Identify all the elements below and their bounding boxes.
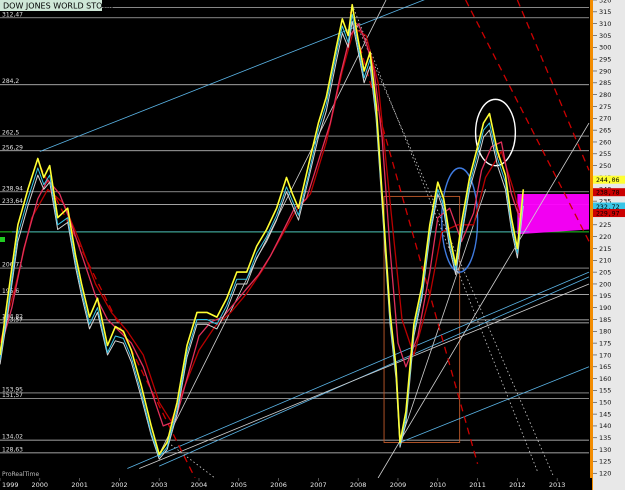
badge-label-0: 244,06 bbox=[596, 176, 620, 184]
y-tick-label-27: 255 bbox=[599, 150, 611, 158]
y-tick-label-6: 150 bbox=[599, 399, 611, 407]
y-tick-label-36: 300 bbox=[599, 44, 611, 52]
x-tick-label-13: 2012 bbox=[509, 481, 526, 489]
x-tick-label-8: 2007 bbox=[310, 481, 327, 489]
y-tick-label-4: 140 bbox=[599, 422, 611, 430]
level-label-5: 238,94 bbox=[2, 185, 23, 192]
x-tick-label-4: 2003 bbox=[151, 481, 168, 489]
level-label-4: 256,29 bbox=[2, 144, 23, 151]
y-tick-label-10: 170 bbox=[599, 351, 611, 359]
y-tick-label-37: 305 bbox=[599, 32, 611, 40]
y-tick-label-20: 220 bbox=[599, 233, 611, 241]
projection-zone bbox=[517, 194, 589, 235]
y-tick-label-3: 135 bbox=[599, 434, 611, 442]
y-tick-label-35: 295 bbox=[599, 55, 611, 63]
y-axis-scroll-bar[interactable] bbox=[590, 0, 593, 490]
x-tick-label-5: 2004 bbox=[191, 481, 208, 489]
price-chart[interactable]: 316,8312,47284,2262,5256,29238,94233,642… bbox=[0, 0, 625, 490]
y-tick-label-38: 310 bbox=[599, 20, 611, 28]
y-tick-label-32: 280 bbox=[599, 91, 611, 99]
level-label-1: 312,47 bbox=[2, 11, 23, 18]
x-tick-label-1: 2000 bbox=[32, 481, 49, 489]
y-tick-label-12: 180 bbox=[599, 328, 611, 336]
green-level-marker[interactable] bbox=[0, 237, 5, 242]
y-tick-label-8: 160 bbox=[599, 375, 611, 383]
y-tick-label-0: 120 bbox=[599, 470, 611, 478]
y-tick-label-17: 205 bbox=[599, 268, 611, 276]
level-label-12: 151,57 bbox=[2, 392, 23, 399]
x-tick-label-14: 2013 bbox=[549, 481, 566, 489]
y-tick-label-7: 155 bbox=[599, 387, 611, 395]
y-tick-label-21: 225 bbox=[599, 221, 611, 229]
y-tick-label-29: 265 bbox=[599, 126, 611, 134]
y-tick-label-28: 260 bbox=[599, 138, 611, 146]
x-tick-label-2: 2001 bbox=[71, 481, 88, 489]
x-tick-label-0: 1999 bbox=[2, 481, 19, 489]
x-tick-label-9: 2008 bbox=[350, 481, 367, 489]
level-label-2: 284,2 bbox=[2, 78, 19, 85]
y-tick-label-13: 185 bbox=[599, 316, 611, 324]
y-tick-label-11: 175 bbox=[599, 339, 611, 347]
y-tick-label-19: 215 bbox=[599, 245, 611, 253]
badge-label-3: 229,97 bbox=[596, 209, 620, 217]
level-label-13: 134,02 bbox=[2, 434, 23, 441]
x-tick-label-11: 2010 bbox=[429, 481, 446, 489]
y-tick-label-5: 145 bbox=[599, 410, 611, 418]
watermark: ProRealTime bbox=[2, 471, 39, 478]
x-axis-panel bbox=[0, 478, 592, 490]
y-tick-label-14: 190 bbox=[599, 304, 611, 312]
y-tick-label-2: 130 bbox=[599, 446, 611, 454]
plot-background bbox=[0, 0, 625, 490]
level-label-6: 233,64 bbox=[2, 198, 23, 205]
y-tick-label-15: 195 bbox=[599, 292, 611, 300]
y-tick-label-18: 210 bbox=[599, 257, 611, 265]
y-tick-label-39: 315 bbox=[599, 8, 611, 16]
y-tick-label-33: 285 bbox=[599, 79, 611, 87]
level-label-3: 262,5 bbox=[2, 130, 19, 137]
x-tick-label-3: 2002 bbox=[111, 481, 128, 489]
x-tick-label-12: 2011 bbox=[469, 481, 486, 489]
badge-label-1: 238,78 bbox=[596, 189, 620, 197]
y-tick-label-9: 165 bbox=[599, 363, 611, 371]
chart-window: 316,8312,47284,2262,5256,29238,94233,642… bbox=[0, 0, 625, 490]
y-tick-label-31: 275 bbox=[599, 103, 611, 111]
level-label-14: 128,63 bbox=[2, 446, 23, 453]
x-tick-label-7: 2006 bbox=[270, 481, 287, 489]
y-tick-label-16: 200 bbox=[599, 280, 611, 288]
x-tick-label-10: 2009 bbox=[390, 481, 407, 489]
x-tick-label-6: 2005 bbox=[231, 481, 248, 489]
y-tick-label-1: 125 bbox=[599, 458, 611, 466]
chart-title: DOW JONES WORLD STOCK bbox=[3, 2, 114, 11]
y-tick-label-40: 320 bbox=[599, 0, 611, 4]
y-tick-label-30: 270 bbox=[599, 115, 611, 123]
y-tick-label-26: 250 bbox=[599, 162, 611, 170]
y-tick-label-34: 290 bbox=[599, 67, 611, 75]
